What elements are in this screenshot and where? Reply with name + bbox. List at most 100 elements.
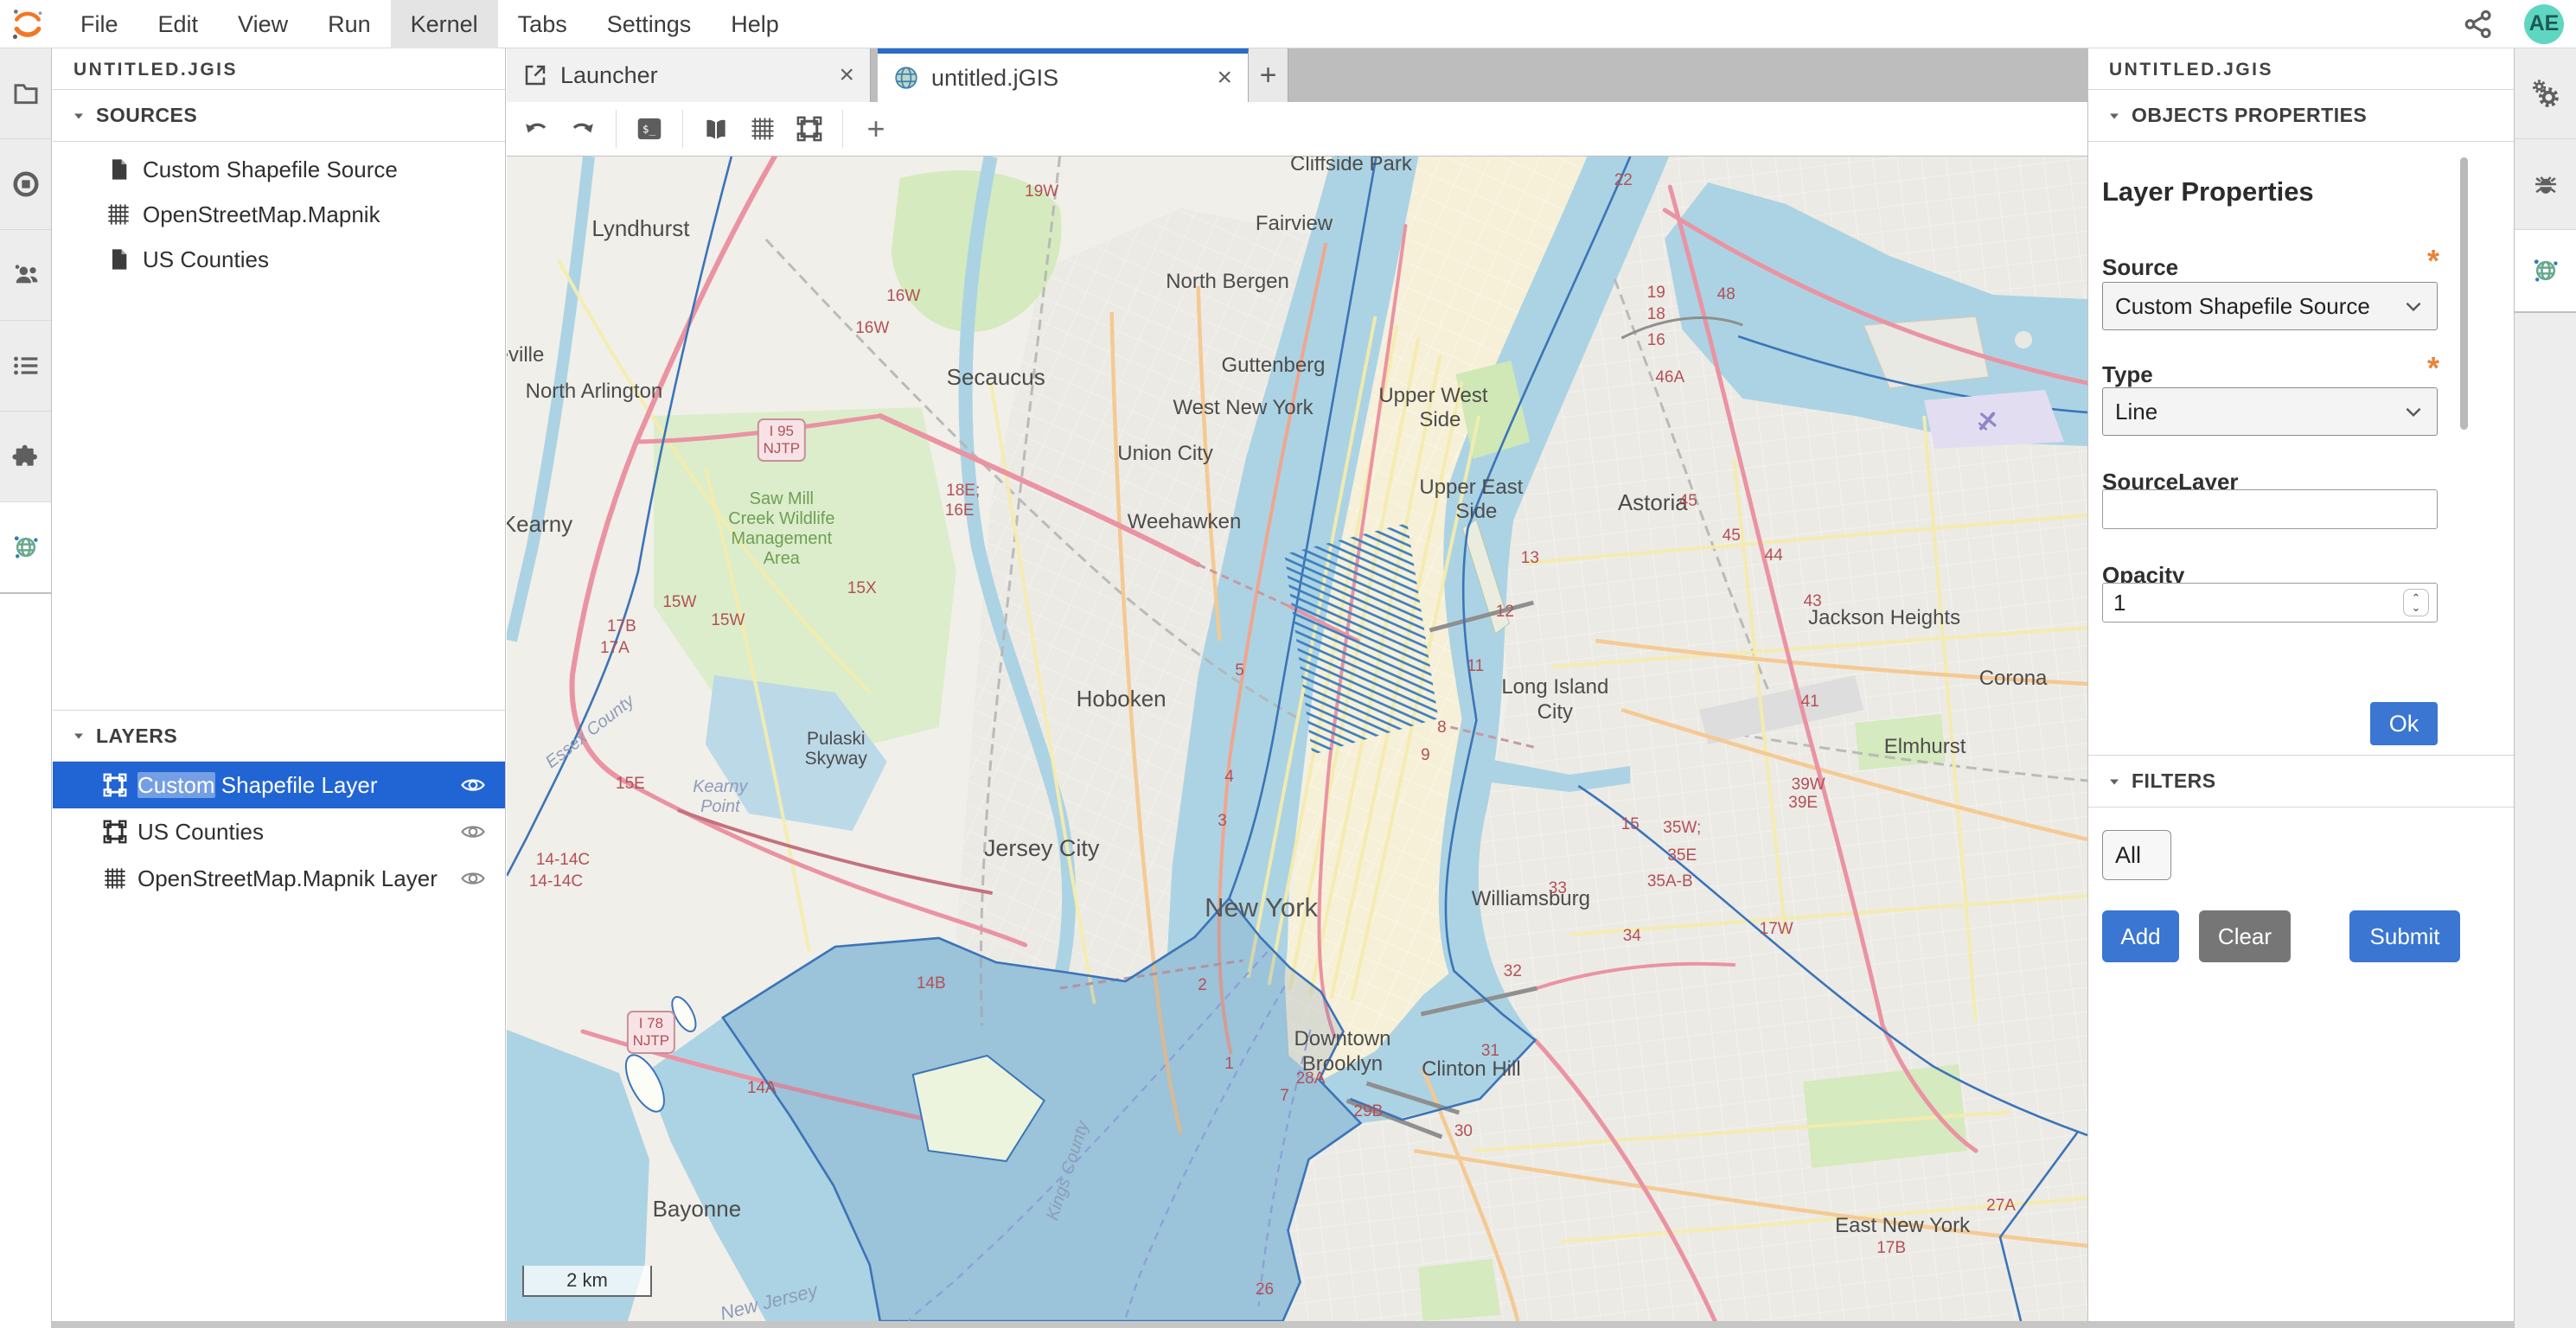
filter-all-dropdown[interactable]: All <box>2102 830 2171 880</box>
menu-item-edit[interactable]: Edit <box>138 0 219 48</box>
objects-properties-header[interactable]: OBJECTS PROPERTIES <box>2088 90 2514 142</box>
menu-item-kernel[interactable]: Kernel <box>391 0 498 48</box>
collaboration-tab[interactable] <box>0 230 51 321</box>
svg-text:I 78: I 78 <box>639 1015 663 1031</box>
console-button[interactable]: $_ <box>630 109 668 149</box>
svg-text:eville: eville <box>507 343 544 367</box>
svg-text:30: 30 <box>1454 1122 1473 1140</box>
svg-text:Side: Side <box>1419 408 1461 431</box>
svg-text:18: 18 <box>1647 305 1665 323</box>
svg-text:Cliffside Park: Cliffside Park <box>1290 156 1413 176</box>
share-icon[interactable] <box>2462 8 2495 41</box>
ok-button[interactable]: Ok <box>2370 702 2438 745</box>
svg-text:Area: Area <box>764 549 801 568</box>
svg-text:17A: 17A <box>600 639 630 657</box>
sourcelayer-input[interactable] <box>2102 489 2438 529</box>
stop-circle-icon <box>12 170 40 198</box>
visibility-toggle[interactable] <box>460 865 486 891</box>
tab-untitled-jgis[interactable]: untitled.jGIS × <box>878 48 1249 102</box>
close-tab-icon[interactable]: × <box>821 62 854 88</box>
launcher-icon <box>522 62 548 88</box>
layer-item[interactable]: Custom Shapefile Layer <box>53 762 505 808</box>
visibility-toggle[interactable] <box>460 819 486 845</box>
debugger-tab[interactable] <box>2515 139 2576 230</box>
layers-section-header[interactable]: LAYERS <box>53 710 505 762</box>
svg-text:34: 34 <box>1623 927 1641 945</box>
menu-item-run[interactable]: Run <box>308 0 391 48</box>
sources-section-header[interactable]: SOURCES <box>53 90 505 142</box>
svg-text:15X: 15X <box>847 579 877 597</box>
svg-text:11: 11 <box>1467 657 1485 675</box>
svg-text:15W: 15W <box>662 593 696 611</box>
svg-text:15E: 15E <box>616 775 645 793</box>
menu-item-tabs[interactable]: Tabs <box>498 0 587 48</box>
source-item[interactable]: Custom Shapefile Source <box>53 147 505 192</box>
svg-text:41: 41 <box>1801 693 1819 711</box>
visibility-toggle[interactable] <box>460 772 486 798</box>
layer-item[interactable]: US Counties <box>53 808 505 855</box>
filters-section-header[interactable]: FILTERS <box>2088 756 2514 808</box>
menu-item-help[interactable]: Help <box>711 0 799 48</box>
right-activity-bar <box>2514 48 2576 1321</box>
menu-item-settings[interactable]: Settings <box>587 0 712 48</box>
add-layer-button[interactable]: + <box>857 111 895 147</box>
svg-text:46A: 46A <box>1655 368 1684 386</box>
menu-item-view[interactable]: View <box>218 0 308 48</box>
number-stepper[interactable]: ⌃⌄ <box>2403 589 2429 616</box>
book-icon <box>703 116 729 142</box>
jupytergis-tab[interactable] <box>0 502 51 593</box>
svg-text:North Arlington: North Arlington <box>526 380 663 403</box>
redo-button[interactable] <box>564 109 602 149</box>
menu-item-file[interactable]: File <box>61 0 138 48</box>
vector-square-icon <box>796 116 822 142</box>
map-canvas[interactable]: I 95NJTPI 78NJTP Cliffside ParkFairviewL… <box>507 156 2087 1321</box>
close-tab-icon[interactable]: × <box>1199 65 1232 91</box>
svg-text:27A: 27A <box>1986 1197 2016 1215</box>
avatar[interactable]: AE <box>2524 4 2564 44</box>
file-icon <box>106 247 131 271</box>
caret-down-icon <box>2107 109 2121 123</box>
svg-text:16E: 16E <box>945 501 975 520</box>
svg-text:22: 22 <box>1614 171 1633 189</box>
source-select[interactable]: Custom Shapefile Source <box>2102 282 2438 330</box>
filter-submit-button[interactable]: Submit <box>2349 910 2460 962</box>
type-select[interactable]: Line <box>2102 387 2438 436</box>
new-tab-button[interactable]: + <box>1249 48 1288 102</box>
source-item[interactable]: US Counties <box>53 237 505 282</box>
property-inspector-tab[interactable] <box>2515 48 2576 139</box>
svg-text:13: 13 <box>1521 549 1539 567</box>
svg-text:Creek Wildlife: Creek Wildlife <box>728 509 834 528</box>
table-of-contents-tab[interactable] <box>0 321 51 412</box>
jupytergis-properties-tab[interactable] <box>2515 230 2576 312</box>
vector-layer-button[interactable] <box>790 109 828 149</box>
svg-text:43: 43 <box>1804 592 1822 610</box>
menu: FileEditViewRunKernelTabsSettingsHelp <box>61 0 799 48</box>
svg-text:4: 4 <box>1224 768 1234 786</box>
raster-layer-button[interactable] <box>744 109 782 149</box>
source-item[interactable]: OpenStreetMap.Mapnik <box>53 192 505 237</box>
terminal-icon: $_ <box>636 116 662 142</box>
basemap-button[interactable] <box>697 109 735 149</box>
svg-text:West New York: West New York <box>1173 396 1314 419</box>
extensions-tab[interactable] <box>0 412 51 502</box>
svg-text:5: 5 <box>1235 661 1244 680</box>
svg-text:15W: 15W <box>711 611 745 629</box>
filter-add-button[interactable]: Add <box>2102 910 2179 962</box>
running-kernels-tab[interactable] <box>0 139 51 230</box>
svg-text:Weehawken: Weehawken <box>1128 510 1242 533</box>
required-asterisk: * <box>2427 252 2439 270</box>
undo-button[interactable] <box>517 109 555 149</box>
redo-icon <box>570 116 596 142</box>
opacity-input[interactable] <box>2102 583 2438 622</box>
svg-text:29B: 29B <box>1354 1102 1384 1120</box>
layer-item[interactable]: OpenStreetMap.Mapnik Layer <box>53 855 505 902</box>
svg-text:16W: 16W <box>855 319 889 337</box>
svg-text:Pulaski: Pulaski <box>807 729 866 749</box>
file-browser-tab[interactable] <box>0 48 51 139</box>
svg-text:Union City: Union City <box>1117 442 1213 465</box>
filter-clear-button[interactable]: Clear <box>2199 910 2291 962</box>
svg-text:Skyway: Skyway <box>805 749 868 769</box>
svg-text:Management: Management <box>732 529 833 548</box>
tab-launcher[interactable]: Launcher × <box>507 48 871 102</box>
panel-scrollbar[interactable] <box>2460 145 2468 802</box>
